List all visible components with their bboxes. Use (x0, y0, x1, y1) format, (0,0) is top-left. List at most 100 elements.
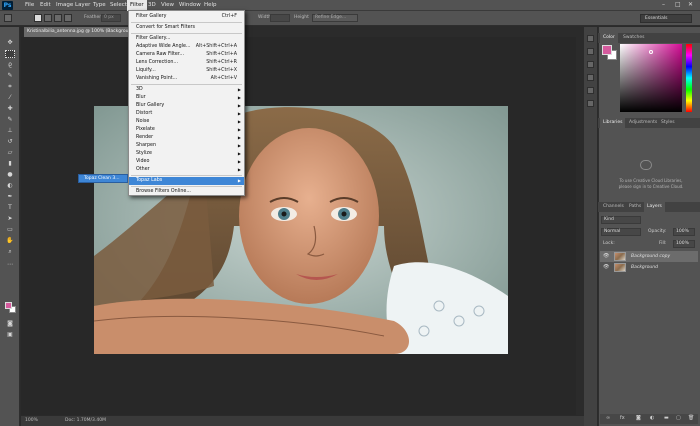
filter-menu-item-3d[interactable]: 3D ▶ (129, 86, 244, 94)
menu-edit[interactable]: Edit (37, 0, 54, 11)
add-mask-icon[interactable]: ◙ (636, 415, 641, 421)
layer-row-background[interactable]: 👁 Background (600, 262, 698, 273)
options-bar: Feather: 0 px Width Height Refine Edge..… (0, 11, 700, 26)
blur-tool-icon[interactable]: ● (5, 171, 15, 179)
zoom-tool-icon[interactable]: ⌕ (5, 248, 15, 256)
info-panel-icon[interactable] (587, 100, 594, 107)
subtract-selection-icon[interactable] (54, 14, 62, 22)
visibility-eye-icon[interactable]: 👁 (603, 262, 609, 273)
blend-mode-select[interactable]: Normal (601, 228, 641, 236)
brush-panel-icon[interactable] (587, 61, 594, 68)
tab-layers[interactable]: Layers (644, 202, 665, 212)
history-panel-icon[interactable] (587, 35, 594, 42)
color-picker-field[interactable] (620, 44, 682, 112)
type-tool-icon[interactable]: T (5, 204, 15, 212)
filter-menu-item-sharpen[interactable]: Sharpen ▶ (129, 142, 244, 150)
tab-channels[interactable]: Channels (600, 202, 627, 212)
paragraph-panel-icon[interactable] (587, 87, 594, 94)
intersect-selection-icon[interactable] (64, 14, 72, 22)
color-panel-foreground-swatch[interactable] (602, 45, 612, 55)
tab-paths[interactable]: Paths (626, 202, 644, 212)
minimize-icon[interactable]: – (662, 1, 665, 8)
brush-tool-icon[interactable]: ✎ (5, 116, 15, 124)
filter-menu-item-topaz-labs[interactable]: Topaz Labs ▶ (129, 177, 244, 185)
new-group-icon[interactable]: ▬ (664, 415, 669, 421)
filter-menu-item-lens-correction[interactable]: Lens Correction... Shift+Ctrl+R (129, 59, 244, 67)
tab-libraries[interactable]: Libraries (600, 118, 626, 128)
dodge-tool-icon[interactable]: ◐ (5, 182, 15, 190)
delete-layer-icon[interactable]: 🗑 (688, 415, 694, 421)
lasso-tool-icon[interactable]: ϱ (5, 61, 15, 69)
filter-menu-item-pixelate[interactable]: Pixelate ▶ (129, 126, 244, 134)
tab-styles[interactable]: Styles (658, 118, 678, 128)
width-input[interactable] (270, 14, 290, 22)
menu-item-shortcut: Shift+Ctrl+A (206, 52, 237, 57)
adjustment-layer-icon[interactable]: ◐ (650, 415, 654, 421)
filter-menu-item-vanishing-point[interactable]: Vanishing Point... Alt+Ctrl+V (129, 75, 244, 83)
marquee-tool-icon[interactable] (5, 50, 15, 58)
feather-input[interactable]: 0 px (101, 14, 121, 22)
eraser-tool-icon[interactable]: ▱ (5, 149, 15, 157)
refine-edge-button[interactable]: Refine Edge... (312, 14, 358, 22)
filter-menu-item-adaptive-wide-angle[interactable]: Adaptive Wide Angle... Alt+Shift+Ctrl+A (129, 43, 244, 51)
fill-input[interactable]: 100% (673, 240, 695, 248)
new-layer-icon[interactable]: ▢ (676, 415, 681, 421)
history-brush-tool-icon[interactable]: ↺ (5, 138, 15, 146)
filter-menu-item-convert-for-smart-filters[interactable]: Convert for Smart Filters (129, 24, 244, 32)
quick-mask-icon[interactable]: ◙ (5, 320, 15, 328)
tab-color[interactable]: Color (600, 33, 618, 43)
workspace-select[interactable]: Essentials (640, 14, 692, 23)
filter-menu-item-render[interactable]: Render ▶ (129, 134, 244, 142)
filter-menu-item-video[interactable]: Video ▶ (129, 158, 244, 166)
tool-preset-icon[interactable] (4, 14, 12, 22)
link-layers-icon[interactable]: ∞ (606, 415, 610, 421)
quick-select-tool-icon[interactable]: ✎ (5, 72, 15, 80)
maximize-icon[interactable]: □ (675, 1, 681, 8)
close-icon[interactable]: ✕ (688, 1, 693, 8)
opacity-input[interactable]: 100% (673, 228, 695, 236)
layer-style-icon[interactable]: fx (620, 415, 625, 421)
filter-menu-item-browse-filters-online[interactable]: Browse Filters Online... (129, 188, 244, 196)
lock-label: Lock: (603, 241, 615, 246)
menu-file[interactable]: File (22, 0, 37, 11)
filter-menu-item-liquify[interactable]: Liquify... Shift+Ctrl+X (129, 67, 244, 75)
filter-menu-item-filter-gallery[interactable]: Filter Gallery... (129, 35, 244, 43)
character-panel-icon[interactable] (587, 74, 594, 81)
hue-slider[interactable] (686, 44, 692, 112)
foreground-color-swatch[interactable] (5, 302, 12, 309)
filter-menu-item-camera-raw-filter[interactable]: Camera Raw Filter... Shift+Ctrl+A (129, 51, 244, 59)
visibility-eye-icon[interactable]: 👁 (603, 251, 609, 262)
layer-kind-filter[interactable]: Kind (601, 216, 641, 224)
gradient-tool-icon[interactable]: ▮ (5, 160, 15, 168)
clone-stamp-tool-icon[interactable]: ⊥ (5, 127, 15, 135)
properties-panel-icon[interactable] (587, 48, 594, 55)
add-selection-icon[interactable] (44, 14, 52, 22)
document-tab[interactable]: Kristinalbilia_antenna.jpg @ 100% (Backg… (24, 27, 128, 37)
filter-menu-item-filter-gallery[interactable]: Filter Gallery Ctrl+F (129, 13, 244, 21)
filter-menu-item-noise[interactable]: Noise ▶ (129, 118, 244, 126)
filter-menu-item-blur[interactable]: Blur ▶ (129, 94, 244, 102)
filter-menu-item-distort[interactable]: Distort ▶ (129, 110, 244, 118)
filter-menu-item-stylize[interactable]: Stylize ▶ (129, 150, 244, 158)
pen-tool-icon[interactable]: ✒ (5, 193, 15, 201)
filter-menu-item-other[interactable]: Other ▶ (129, 166, 244, 174)
healing-brush-tool-icon[interactable]: ✚ (5, 105, 15, 113)
crop-tool-icon[interactable]: ⌗ (5, 83, 15, 91)
menu-type[interactable]: Type (90, 0, 109, 11)
new-selection-icon[interactable] (34, 14, 42, 22)
eyedropper-tool-icon[interactable]: ⁄ (5, 94, 15, 102)
tab-swatches[interactable]: Swatches (620, 33, 648, 43)
topaz-submenu-item[interactable]: Topaz Clean 3... (78, 174, 128, 183)
filter-menu-item-blur-gallery[interactable]: Blur Gallery ▶ (129, 102, 244, 110)
hand-tool-icon[interactable]: ✋ (5, 237, 15, 245)
height-label: Height (294, 15, 309, 20)
zoom-level[interactable]: 100% (25, 416, 38, 426)
layer-row-background-copy[interactable]: 👁 Background copy (600, 251, 698, 262)
path-select-tool-icon[interactable]: ➤ (5, 215, 15, 223)
more-tools-icon[interactable]: ⋯ (5, 261, 15, 269)
cc-signin-message-2: please sign in to Creative Cloud. (618, 184, 684, 189)
shape-tool-icon[interactable]: ▭ (5, 226, 15, 234)
tab-adjustments[interactable]: Adjustments (626, 118, 660, 128)
move-tool-icon[interactable]: ✥ (5, 39, 15, 47)
screen-mode-icon[interactable]: ▣ (5, 331, 15, 339)
